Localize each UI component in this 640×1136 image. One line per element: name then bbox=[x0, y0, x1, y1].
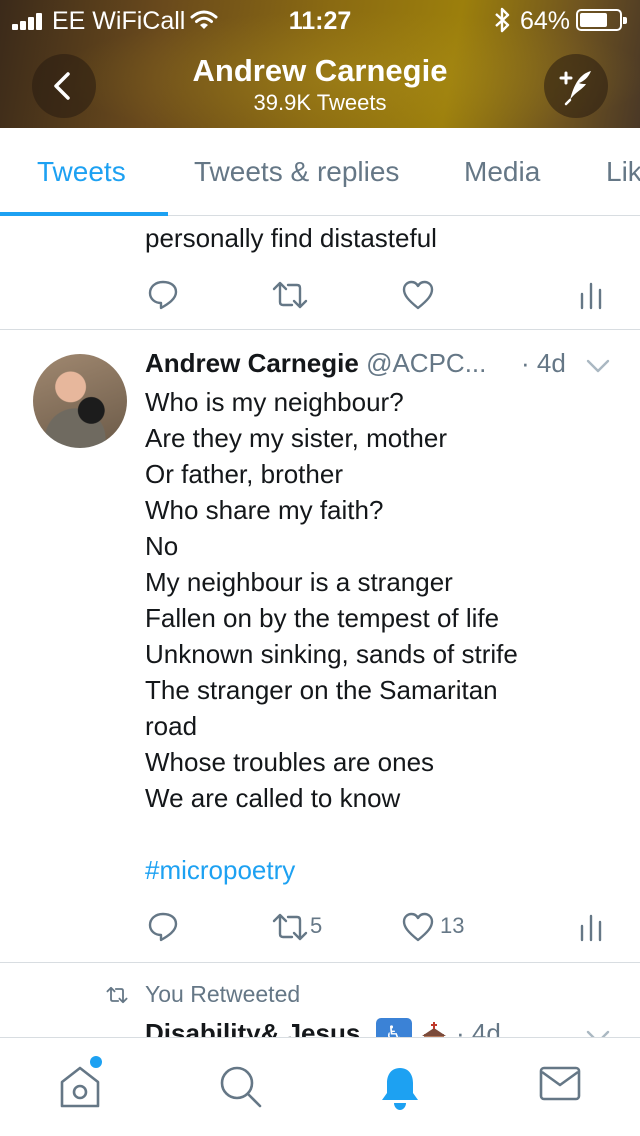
retweet-button[interactable] bbox=[272, 280, 308, 315]
retweet-note: You Retweeted bbox=[145, 981, 301, 1007]
tweet-line: Or father, brother bbox=[145, 459, 343, 489]
retweet-button[interactable]: 5 bbox=[272, 912, 322, 947]
tweet-line: Who is my neighbour? bbox=[145, 387, 404, 417]
new-content-dot bbox=[90, 1056, 102, 1068]
bell-icon bbox=[382, 1068, 418, 1110]
tweet-line: Unknown sinking, sands of strife bbox=[145, 639, 518, 669]
tweet-line: Whose troubles are ones bbox=[145, 747, 435, 777]
author-handle: @ACPC... bbox=[366, 348, 487, 378]
like-button[interactable] bbox=[402, 280, 434, 315]
author-avatar[interactable] bbox=[33, 354, 127, 448]
tweet-line: Are they my sister, mother bbox=[145, 423, 447, 453]
tab-tweets[interactable]: Tweets bbox=[37, 156, 126, 188]
status-bar: EE WiFiCall 11:27 64% bbox=[0, 0, 640, 40]
analytics-icon bbox=[580, 914, 602, 942]
tweet-line: road bbox=[145, 711, 198, 741]
hashtag-link[interactable]: #micropoetry bbox=[145, 852, 295, 888]
like-count: 13 bbox=[440, 913, 465, 938]
tweet-line: Fallen on by the tempest of life bbox=[145, 603, 500, 633]
like-button[interactable]: 13 bbox=[402, 912, 464, 947]
profile-header: EE WiFiCall 11:27 64% Andrew Carnegie 39… bbox=[0, 0, 640, 128]
tweet-line: The stranger on the Samaritan bbox=[145, 675, 498, 705]
nav-messages[interactable] bbox=[538, 1064, 582, 1109]
battery-icon bbox=[576, 9, 627, 31]
nav-search[interactable] bbox=[218, 1064, 264, 1115]
partial-tweet-text[interactable]: personally find distasteful bbox=[145, 220, 437, 256]
retweet-count: 5 bbox=[310, 913, 323, 938]
retweet-icon bbox=[272, 913, 308, 941]
tweet-feed[interactable]: personally find distasteful Andrew Carne… bbox=[0, 216, 640, 1037]
bottom-tab-bar bbox=[0, 1037, 640, 1136]
compose-tweet-button[interactable] bbox=[544, 54, 608, 118]
church-emoji-icon bbox=[422, 1022, 446, 1037]
tweet-timestamp: · 4d bbox=[521, 348, 566, 378]
heart-icon bbox=[402, 912, 434, 942]
analytics-icon bbox=[580, 282, 602, 310]
retweet-icon bbox=[272, 281, 308, 309]
next-tweet-author[interactable]: Disability& Jesus bbox=[145, 1018, 360, 1037]
reply-button[interactable] bbox=[147, 910, 179, 947]
search-icon bbox=[220, 1066, 262, 1108]
tab-media[interactable]: Media bbox=[464, 156, 540, 188]
next-tweet-timestamp: · 4d bbox=[456, 1018, 501, 1037]
author-name: Andrew Carnegie bbox=[145, 348, 359, 378]
accessibility-emoji-icon: ♿ bbox=[376, 1018, 412, 1037]
profile-tabs: Tweets Tweets & replies Media Lik bbox=[0, 128, 640, 216]
chevron-down-icon[interactable] bbox=[586, 1030, 610, 1037]
nav-home[interactable] bbox=[58, 1064, 102, 1115]
compose-quill-icon bbox=[559, 71, 591, 106]
tab-tweets-and-replies[interactable]: Tweets & replies bbox=[194, 156, 399, 188]
tweet-divider bbox=[0, 329, 640, 330]
tab-likes[interactable]: Lik bbox=[606, 156, 640, 188]
tweet-line: My neighbour is a stranger bbox=[145, 567, 453, 597]
tweet-line: We are called to know bbox=[145, 783, 401, 813]
reply-icon bbox=[148, 912, 178, 942]
tweet-author[interactable]: Andrew Carnegie @ACPC... bbox=[145, 348, 486, 379]
nav-notifications[interactable] bbox=[378, 1064, 422, 1117]
analytics-button[interactable] bbox=[579, 280, 603, 315]
analytics-button[interactable] bbox=[579, 912, 603, 947]
heart-icon bbox=[402, 280, 434, 310]
tweet-line: Who share my faith? bbox=[145, 495, 384, 525]
reply-button[interactable] bbox=[147, 278, 179, 315]
chevron-down-icon[interactable] bbox=[586, 359, 610, 373]
bluetooth-icon bbox=[495, 7, 510, 33]
envelope-icon bbox=[539, 1066, 581, 1101]
retweeted-icon bbox=[106, 986, 128, 1004]
tweet-line: No bbox=[145, 531, 179, 561]
reply-icon bbox=[148, 280, 178, 310]
home-icon bbox=[60, 1066, 100, 1108]
battery-percent: 64% bbox=[520, 7, 571, 35]
tweet-divider bbox=[0, 962, 640, 963]
